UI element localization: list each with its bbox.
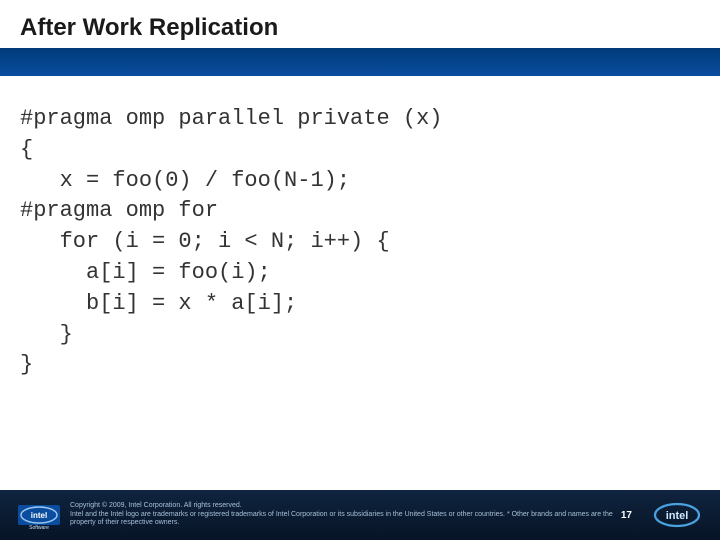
svg-text:intel: intel: [31, 511, 47, 520]
intel-software-logo: intel Software: [18, 499, 60, 531]
footer: intel Software Copyright © 2009, Intel C…: [0, 490, 720, 540]
svg-text:intel: intel: [666, 510, 689, 522]
code-block: #pragma omp parallel private (x) { x = f…: [0, 76, 720, 381]
title-bar: [0, 48, 720, 76]
trademark-line: Intel and the Intel logo are trademarks …: [70, 511, 621, 528]
copyright-line: Copyright © 2009, Intel Corporation. All…: [70, 502, 621, 510]
intel-logo: intel: [652, 499, 702, 531]
page-number: 17: [621, 510, 632, 521]
footer-legal-text: Copyright © 2009, Intel Corporation. All…: [70, 502, 621, 527]
svg-text:Software: Software: [29, 525, 49, 531]
slide-title: After Work Replication: [0, 0, 720, 48]
